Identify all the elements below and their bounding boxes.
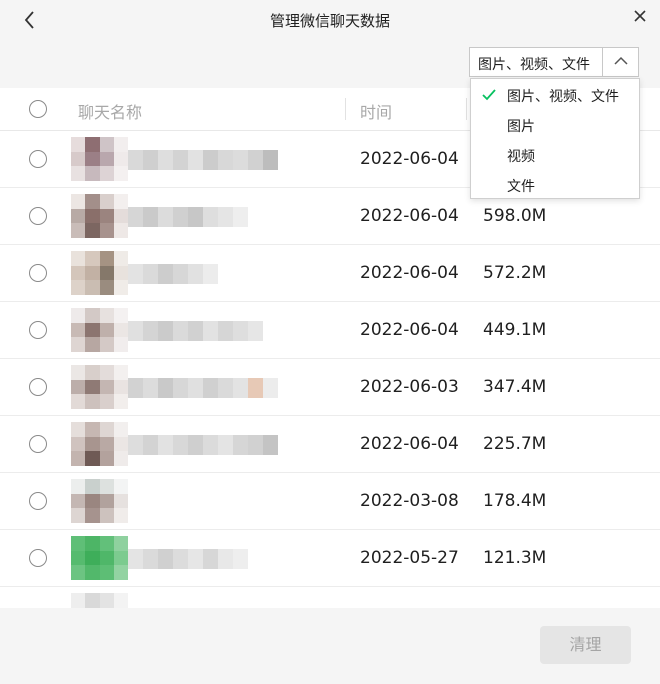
chat-name-blurred <box>128 435 278 455</box>
chat-name-blurred <box>128 150 278 170</box>
file-type-select-toggle[interactable] <box>602 48 638 76</box>
chat-name-blurred <box>128 321 263 341</box>
row-date: 2022-06-04 <box>360 434 459 454</box>
row-date: 2022-06-04 <box>360 263 459 283</box>
table-row[interactable]: 2022-06-04 572.2M <box>0 245 660 302</box>
menu-item-label: 文件 <box>507 179 535 195</box>
row-size: 121.3M <box>483 548 547 568</box>
file-type-dropdown: 图片、视频、文件 图片 视频 文件 <box>470 78 640 199</box>
menu-item-label: 图片 <box>507 119 535 135</box>
close-icon[interactable] <box>630 6 650 26</box>
clear-button[interactable]: 清理 <box>540 626 631 664</box>
select-all-radio[interactable] <box>29 100 47 118</box>
row-date: 2022-06-04 <box>360 206 459 226</box>
row-size: 347.4M <box>483 377 547 397</box>
row-date: 2022-06-03 <box>360 377 459 397</box>
column-divider <box>466 98 467 120</box>
column-header-chat-name[interactable]: 聊天名称 <box>78 99 142 123</box>
menu-item-label: 图片、视频、文件 <box>507 89 619 105</box>
table-row[interactable]: 2022-03-08 178.4M <box>0 473 660 530</box>
avatar <box>71 194 128 238</box>
menu-item-label: 视频 <box>507 149 535 165</box>
title-bar: 管理微信聊天数据 图片、视频、文件 <box>0 0 660 88</box>
row-date: 2022-03-08 <box>360 491 459 511</box>
avatar <box>71 365 128 409</box>
row-date: 2022-06-04 <box>360 149 459 169</box>
file-type-select[interactable]: 图片、视频、文件 <box>469 47 639 77</box>
table-row[interactable]: 2022-05-27 121.3M <box>0 530 660 587</box>
row-select-radio[interactable] <box>29 492 47 510</box>
row-select-radio[interactable] <box>29 378 47 396</box>
row-select-radio[interactable] <box>29 435 47 453</box>
column-header-time[interactable]: 时间 <box>360 99 392 123</box>
chat-name-blurred <box>128 207 248 227</box>
row-size: 572.2M <box>483 263 547 283</box>
table-row[interactable]: 2022-06-03 347.4M <box>0 359 660 416</box>
table-row[interactable]: 2022-06-04 225.7M <box>0 416 660 473</box>
row-size: 449.1M <box>483 320 547 340</box>
menu-item-images[interactable]: 图片 <box>471 110 639 140</box>
chat-name-blurred <box>128 264 218 284</box>
window-title: 管理微信聊天数据 <box>269 12 390 30</box>
chat-name-blurred <box>128 378 278 398</box>
row-select-radio[interactable] <box>29 150 47 168</box>
row-size: 225.7M <box>483 434 547 454</box>
column-divider <box>345 98 346 120</box>
avatar <box>71 251 128 295</box>
row-date: 2022-06-04 <box>360 320 459 340</box>
menu-item-files[interactable]: 文件 <box>471 170 639 200</box>
avatar <box>71 422 128 466</box>
check-icon <box>482 89 496 101</box>
chat-name-blurred <box>128 549 248 569</box>
table-row[interactable] <box>0 587 660 608</box>
row-size: 598.0M <box>483 206 547 226</box>
row-size: 178.4M <box>483 491 547 511</box>
row-select-radio[interactable] <box>29 549 47 567</box>
row-date: 2022-05-27 <box>360 548 459 568</box>
menu-item-all-media[interactable]: 图片、视频、文件 <box>471 80 639 110</box>
table-row[interactable]: 2022-06-04 449.1M <box>0 302 660 359</box>
avatar <box>71 536 128 580</box>
avatar <box>71 593 128 608</box>
avatar <box>71 308 128 352</box>
avatar <box>71 137 128 181</box>
row-select-radio[interactable] <box>29 264 47 282</box>
menu-item-videos[interactable]: 视频 <box>471 140 639 170</box>
chevron-up-icon <box>614 56 628 65</box>
avatar <box>71 479 128 523</box>
row-select-radio[interactable] <box>29 321 47 339</box>
file-type-select-value: 图片、视频、文件 <box>478 57 590 73</box>
row-select-radio[interactable] <box>29 207 47 225</box>
